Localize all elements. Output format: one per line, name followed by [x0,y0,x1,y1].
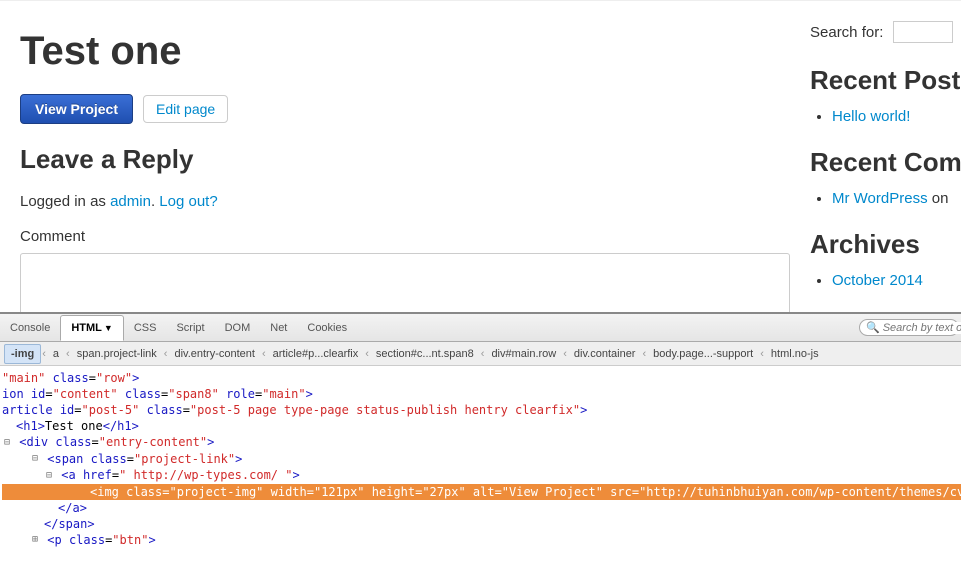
recent-posts-heading: Recent Posts [810,65,961,96]
tab-dom[interactable]: DOM [215,316,261,340]
devtools-panel: Console HTML▼ CSS Script DOM Net Cookies… [0,312,961,567]
view-project-button[interactable]: View Project [20,94,133,124]
tab-console[interactable]: Console [0,316,60,340]
code-text: main [9,371,38,385]
button-row: View Project Edit page [20,94,790,124]
archives-heading: Archives [810,229,961,260]
collapse-icon[interactable]: ⊟ [2,435,12,451]
tab-css[interactable]: CSS [124,316,167,340]
code-text: post-5 page type-page status-publish hen… [197,403,573,417]
edit-page-button[interactable]: Edit page [143,95,228,123]
breadcrumb[interactable]: div#main.row [485,345,562,363]
breadcrumb-bar: -img ‹ a ‹ span.project-link ‹ div.entry… [0,342,961,366]
archive-link[interactable]: October 2014 [832,272,923,289]
breadcrumb[interactable]: div.container [568,345,642,363]
code-text: project-link [141,452,228,466]
code-text: btn [120,533,142,547]
logged-in-line: Logged in as admin. Log out? [20,193,790,210]
breadcrumb[interactable]: -img [4,344,41,364]
comment-on-text: on [928,190,949,207]
logout-link[interactable]: Log out? [159,193,217,210]
recent-comments-heading: Recent Comments [810,147,961,178]
breadcrumb[interactable]: a [47,345,65,363]
code-text: main [269,387,298,401]
collapse-icon[interactable]: ⊟ [44,468,54,484]
archives-list: October 2014 [810,272,961,289]
devtools-tabbar: Console HTML▼ CSS Script DOM Net Cookies… [0,314,961,342]
search-row: Search for: [810,21,961,43]
breadcrumb[interactable]: html.no-js [765,345,825,363]
list-item: Hello world! [832,108,961,125]
breadcrumb[interactable]: body.page...-support [647,345,759,363]
devtools-search[interactable]: 🔍 [859,319,959,336]
breadcrumb[interactable]: div.entry-content [168,345,261,363]
logged-user-link[interactable]: admin [110,193,151,210]
tab-script[interactable]: Script [166,316,214,340]
code-text: span8 [175,387,211,401]
list-item: Mr WordPress on [832,190,961,207]
code-text: Test one [45,419,103,433]
code-text: http://wp-types.com/ [126,468,285,482]
comment-textarea[interactable] [20,253,790,312]
code-text: row [103,371,125,385]
reply-heading: Leave a Reply [20,144,790,175]
recent-post-link[interactable]: Hello world! [832,108,910,125]
recent-posts-list: Hello world! [810,108,961,125]
main-column: Test one View Project Edit page Leave a … [0,1,800,312]
tab-html[interactable]: HTML▼ [60,315,123,341]
tab-cookies[interactable]: Cookies [297,316,357,340]
devtools-search-input[interactable] [883,322,961,334]
code-text: post-5 [89,403,132,417]
chevron-down-icon: ▼ [104,323,113,333]
sidebar: Search for: Recent Posts Hello world! Re… [800,1,961,312]
logged-prefix: Logged in as [20,193,110,210]
recent-comments-list: Mr WordPress on [810,190,961,207]
collapse-icon[interactable]: ⊟ [30,451,40,467]
search-label: Search for: [810,24,883,41]
search-input[interactable] [893,21,953,43]
code-text: content [60,387,111,401]
breadcrumb[interactable]: span.project-link [71,345,163,363]
highlighted-line[interactable]: <img class="project-img" width="121px" h… [2,484,961,500]
tab-html-label: HTML [71,322,102,334]
comment-author-link[interactable]: Mr WordPress [832,190,928,207]
code-panel[interactable]: "main" class="row"> ion id="content" cla… [0,366,961,567]
code-text: entry-content [106,435,200,449]
search-icon: 🔍 [866,321,880,334]
page-viewport: Test one View Project Edit page Leave a … [0,0,961,312]
tab-net[interactable]: Net [260,316,297,340]
page-title: Test one [20,29,790,74]
expand-icon[interactable]: ⊞ [30,532,40,548]
breadcrumb[interactable]: section#c...nt.span8 [370,345,480,363]
list-item: October 2014 [832,272,961,289]
comment-label: Comment [20,228,790,245]
breadcrumb[interactable]: article#p...clearfix [267,345,365,363]
